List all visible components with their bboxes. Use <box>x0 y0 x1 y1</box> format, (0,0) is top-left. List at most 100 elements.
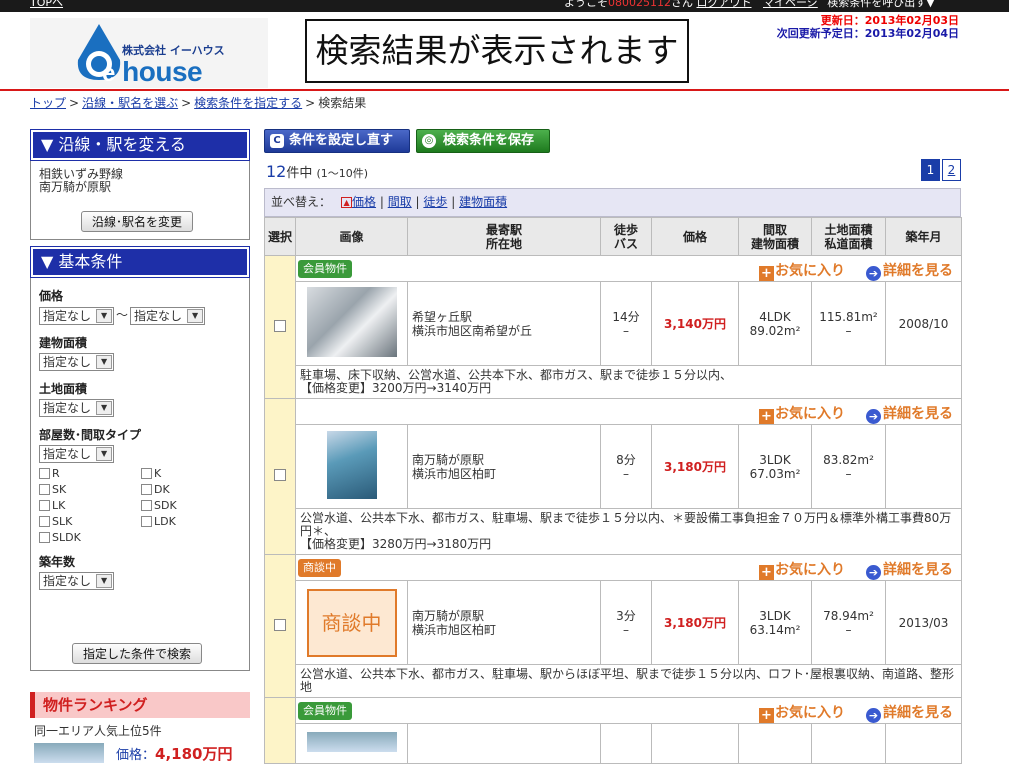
sort-up-icon: ▲ <box>341 197 353 208</box>
table-row: 南万騎が原駅 横浜市旭区柏町 8分 – 3,180万円 3LDK 67.03m² 83… <box>265 424 962 509</box>
detail-button[interactable]: ➔ 詳細を見る <box>866 403 953 424</box>
favorite-button[interactable]: + お気に入り <box>759 559 845 580</box>
price-label: 価格 <box>39 289 64 303</box>
layout-checkbox-ldk[interactable]: LDK <box>141 515 243 528</box>
col-walk: 徒歩 バス <box>600 217 652 256</box>
property-photo[interactable] <box>306 287 397 357</box>
layout-checkbox-lk[interactable]: LK <box>39 499 141 512</box>
listing-checkbox[interactable] <box>274 469 286 481</box>
results-table: 選択 画像 最寄駅 所在地 徒歩 バス 価格 間取 建物面積 土地面積 私道面積… <box>264 217 962 764</box>
change-station-button[interactable]: 沿線･駅名を変更 <box>81 211 194 232</box>
plus-icon: + <box>759 708 774 723</box>
layout-checkbox-sldk[interactable]: SLDK <box>39 531 141 544</box>
layout-checkbox-slk[interactable]: SLK <box>39 515 141 528</box>
station-panel: ▼ 沿線・駅を変える 相鉄いずみ野線 南万騎が原駅 沿線･駅名を変更 <box>30 129 250 240</box>
listing-walk: 3分 <box>616 608 636 623</box>
reset-conditions-button[interactable]: C 条件を設定し直す <box>264 129 410 153</box>
next-update-date: 次回更新予定日：2013年02月04日 <box>776 27 959 40</box>
listing-walk: 14分 <box>612 309 640 324</box>
listing-land-area: 115.81m² <box>819 309 878 324</box>
detail-button[interactable]: ➔ 詳細を見る <box>866 702 953 723</box>
property-photo[interactable] <box>326 431 377 499</box>
listing-private-road: – <box>845 466 852 481</box>
listing-built <box>885 424 962 509</box>
sort-building-area[interactable]: 建物面積 <box>459 195 507 209</box>
building-age-select[interactable]: 指定なし ▼ <box>39 571 115 590</box>
listing-bus: – <box>623 323 629 338</box>
listing-built: 2008/10 <box>885 281 962 366</box>
price-max-select[interactable]: 指定なし ▼ <box>130 306 206 325</box>
breadcrumb-conditions[interactable]: 検索条件を指定する <box>194 96 302 110</box>
favorite-button[interactable]: + お気に入り <box>759 260 845 281</box>
page-2[interactable]: 2 <box>942 159 961 181</box>
chevron-down-icon: ▼ <box>96 400 113 415</box>
layout-checkbox-sk[interactable]: SK <box>39 483 141 496</box>
sort-label: 並べ替え： <box>271 195 332 209</box>
logo-brand-text: house <box>122 56 203 87</box>
layout-checkbox-r[interactable]: R <box>39 467 141 480</box>
header-divider <box>0 89 1009 91</box>
table-header-row: 選択 画像 最寄駅 所在地 徒歩 バス 価格 間取 建物面積 土地面積 私道面積… <box>264 217 962 256</box>
header: 株式会社 イーハウス e house 検索結果が表示されます 更新日：2013年… <box>0 12 1009 90</box>
land-area-select[interactable]: 指定なし ▼ <box>39 398 115 417</box>
layout-checkbox-sdk[interactable]: SDK <box>141 499 243 512</box>
chevron-down-icon: ▼ <box>96 446 113 461</box>
conditions-panel: ▼ 基本条件 価格 指定なし ▼ ～指定なし ▼ 建物面積 指定なし ▼ 土地面積 指定… <box>30 246 250 671</box>
price-min-select[interactable]: 指定なし ▼ <box>39 306 115 325</box>
listing-address: 横浜市旭区南希望が丘 <box>412 323 533 338</box>
breadcrumb: トップ > 沿線・駅名を選ぶ > 検索条件を指定する > 検索結果 <box>30 96 367 110</box>
listing-checkbox[interactable] <box>274 618 286 631</box>
listing-building-area: 89.02m² <box>749 323 801 338</box>
save-search-button[interactable]: ◎ 検索条件を保存 <box>416 129 550 153</box>
company-logo[interactable]: 株式会社 イーハウス e house <box>30 18 268 88</box>
page-1[interactable]: 1 <box>921 159 940 181</box>
sidebar: ▼ 沿線・駅を変える 相鉄いずみ野線 南万騎が原駅 沿線･駅名を変更 ▼ 基本条… <box>30 129 250 671</box>
col-station: 最寄駅 所在地 <box>407 217 601 256</box>
save-icon: ◎ <box>422 134 436 148</box>
col-image: 画像 <box>295 217 408 256</box>
arrow-right-icon: ➔ <box>866 409 881 424</box>
listing-bus: – <box>623 622 629 637</box>
sort-walk[interactable]: 徒歩 <box>423 195 447 209</box>
col-select: 選択 <box>264 217 296 256</box>
layout-checkbox-dk[interactable]: DK <box>141 483 243 496</box>
pagination: 12 <box>919 159 961 181</box>
arrow-right-icon: ➔ <box>866 708 881 723</box>
result-banner: 検索結果が表示されます <box>305 19 689 83</box>
favorite-button[interactable]: + お気に入り <box>759 702 845 723</box>
sort-price[interactable]: 価格 <box>352 195 376 209</box>
detail-button[interactable]: ➔ 詳細を見る <box>866 559 953 580</box>
listing-tag-row: 会員物件 + お気に入り ➔ 詳細を見る <box>264 255 962 399</box>
top-link[interactable]: TOPへ <box>30 0 63 10</box>
listing-checkbox[interactable] <box>274 319 286 332</box>
breadcrumb-line-station[interactable]: 沿線・駅名を選ぶ <box>82 96 178 110</box>
sort-layout[interactable]: 間取 <box>388 195 412 209</box>
ranking-price: 価格：4,180万円 <box>116 745 233 763</box>
listing-station: 南万騎が原駅 <box>412 452 485 467</box>
ranking-item[interactable]: 価格：4,180万円 <box>30 743 250 763</box>
negotiating-image[interactable]: 商談中 <box>306 588 397 657</box>
mypage-link[interactable]: マイページ <box>763 0 818 9</box>
layout-checkbox-k[interactable]: K <box>141 467 243 480</box>
col-land: 土地面積 私道面積 <box>811 217 886 256</box>
layout-checkboxes: R K SK DK LK SDK SLK LDK SLDK <box>39 467 241 544</box>
recall-search-link[interactable]: 検索条件を呼び出す▼ <box>827 0 934 9</box>
rooms-select[interactable]: 指定なし ▼ <box>39 444 115 463</box>
logout-link[interactable]: ログアウト <box>697 0 752 9</box>
property-photo[interactable] <box>306 732 397 752</box>
favorite-button[interactable]: + お気に入り <box>759 403 845 424</box>
ranking-thumbnail[interactable] <box>34 743 104 763</box>
table-row <box>265 723 962 764</box>
negotiating-badge: 商談中 <box>298 559 341 577</box>
ranking-title: 物件ランキング <box>30 692 250 718</box>
breadcrumb-top[interactable]: トップ <box>30 96 66 110</box>
building-area-select[interactable]: 指定なし ▼ <box>39 352 115 371</box>
greeting-suffix: さん <box>671 0 693 9</box>
col-price: 価格 <box>651 217 739 256</box>
search-with-conditions-button[interactable]: 指定した条件で検索 <box>72 643 203 664</box>
listing-select-cell <box>264 554 296 698</box>
listing-built: 2013/03 <box>885 580 962 665</box>
top-bar: TOPへ ようこそ080025112さん ログアウト マイページ 検索条件を呼び… <box>0 0 1009 12</box>
detail-button[interactable]: ➔ 詳細を見る <box>866 260 953 281</box>
greeting-prefix: ようこそ <box>564 0 608 9</box>
